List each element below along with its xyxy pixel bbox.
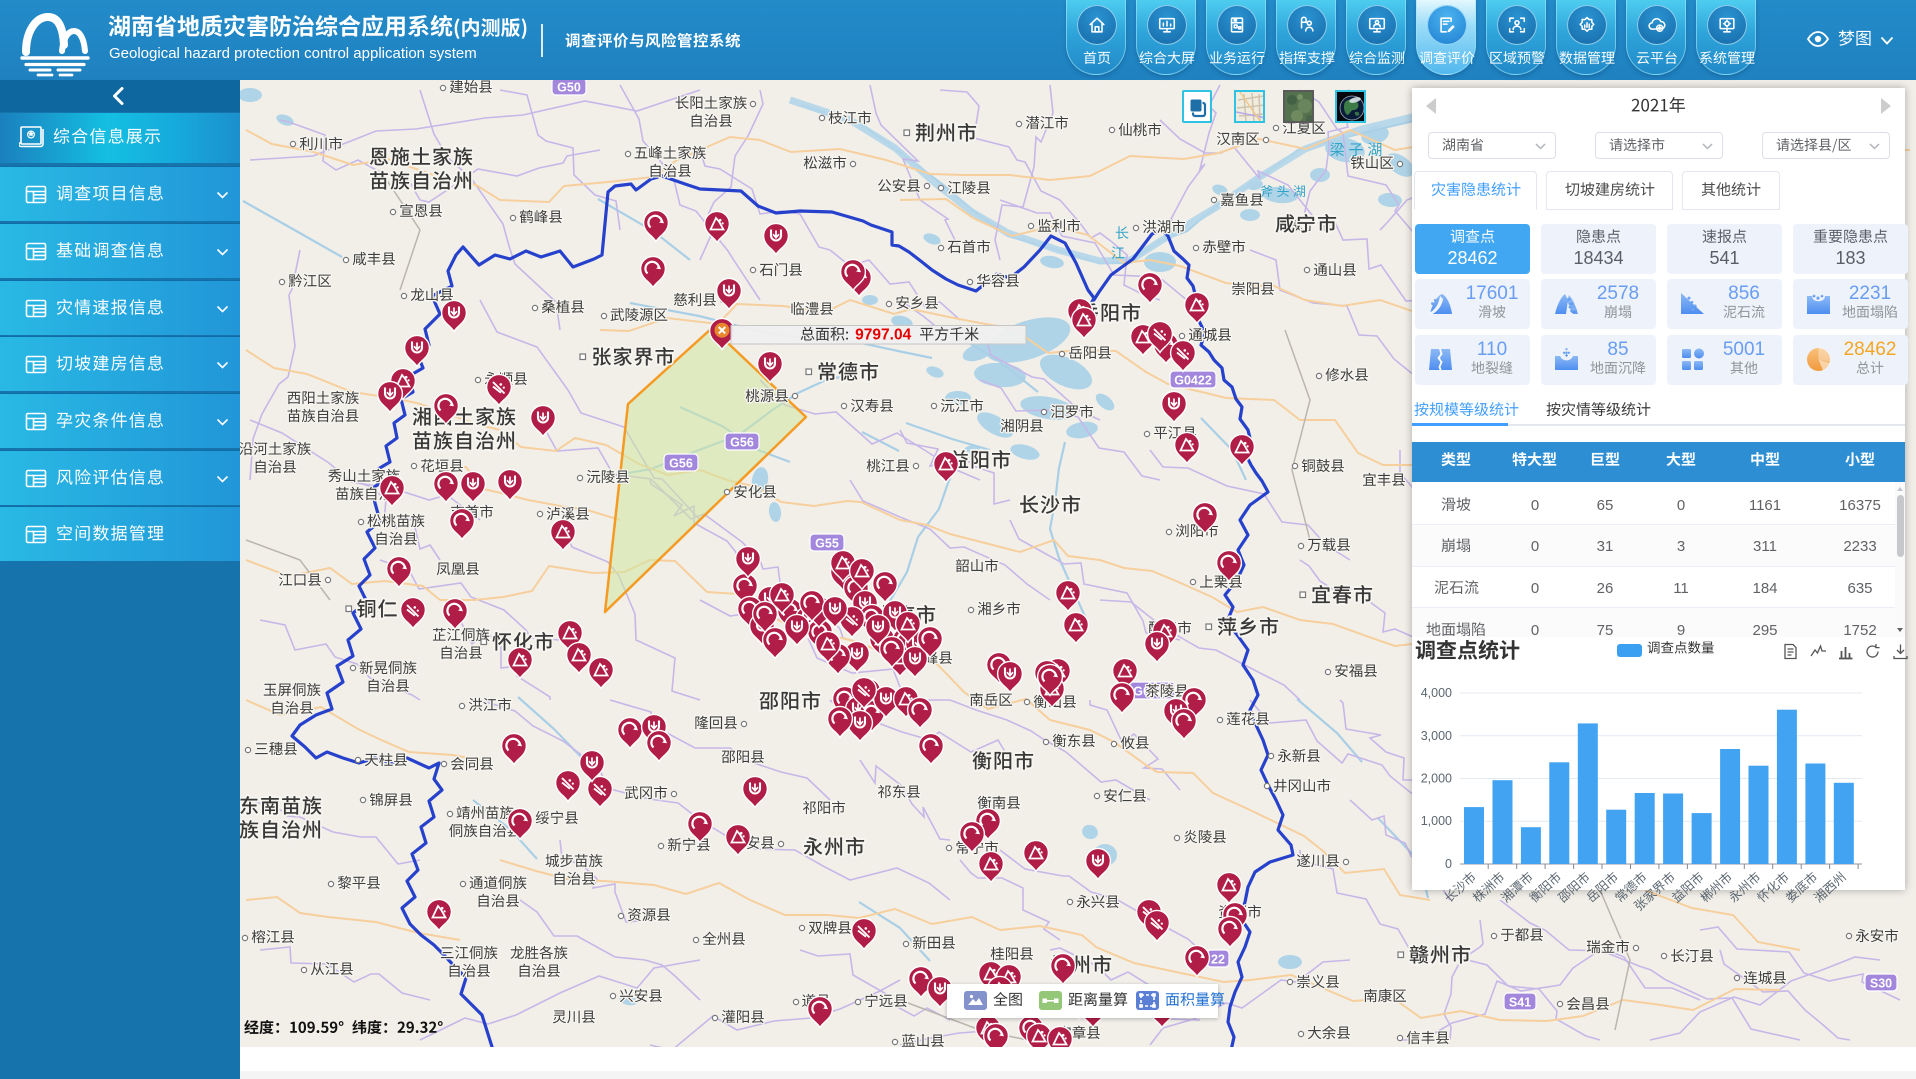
svg-text:9797.04: 9797.04 (855, 327, 911, 344)
svg-text:G50: G50 (557, 81, 581, 95)
svg-text:G55: G55 (815, 537, 839, 551)
svg-text:G0422: G0422 (1174, 374, 1212, 388)
svg-text:G56: G56 (669, 457, 693, 471)
svg-text:3,000: 3,000 (1421, 729, 1452, 743)
svg-text:S41: S41 (1509, 996, 1531, 1010)
svg-text:0: 0 (1445, 857, 1452, 871)
svg-text:4,000: 4,000 (1421, 686, 1452, 700)
svg-text:2,000: 2,000 (1421, 772, 1452, 786)
svg-text:S30: S30 (1870, 977, 1892, 991)
svg-text:1,000: 1,000 (1421, 814, 1452, 828)
svg-text:22: 22 (1211, 953, 1225, 967)
svg-text:G56: G56 (730, 436, 754, 450)
